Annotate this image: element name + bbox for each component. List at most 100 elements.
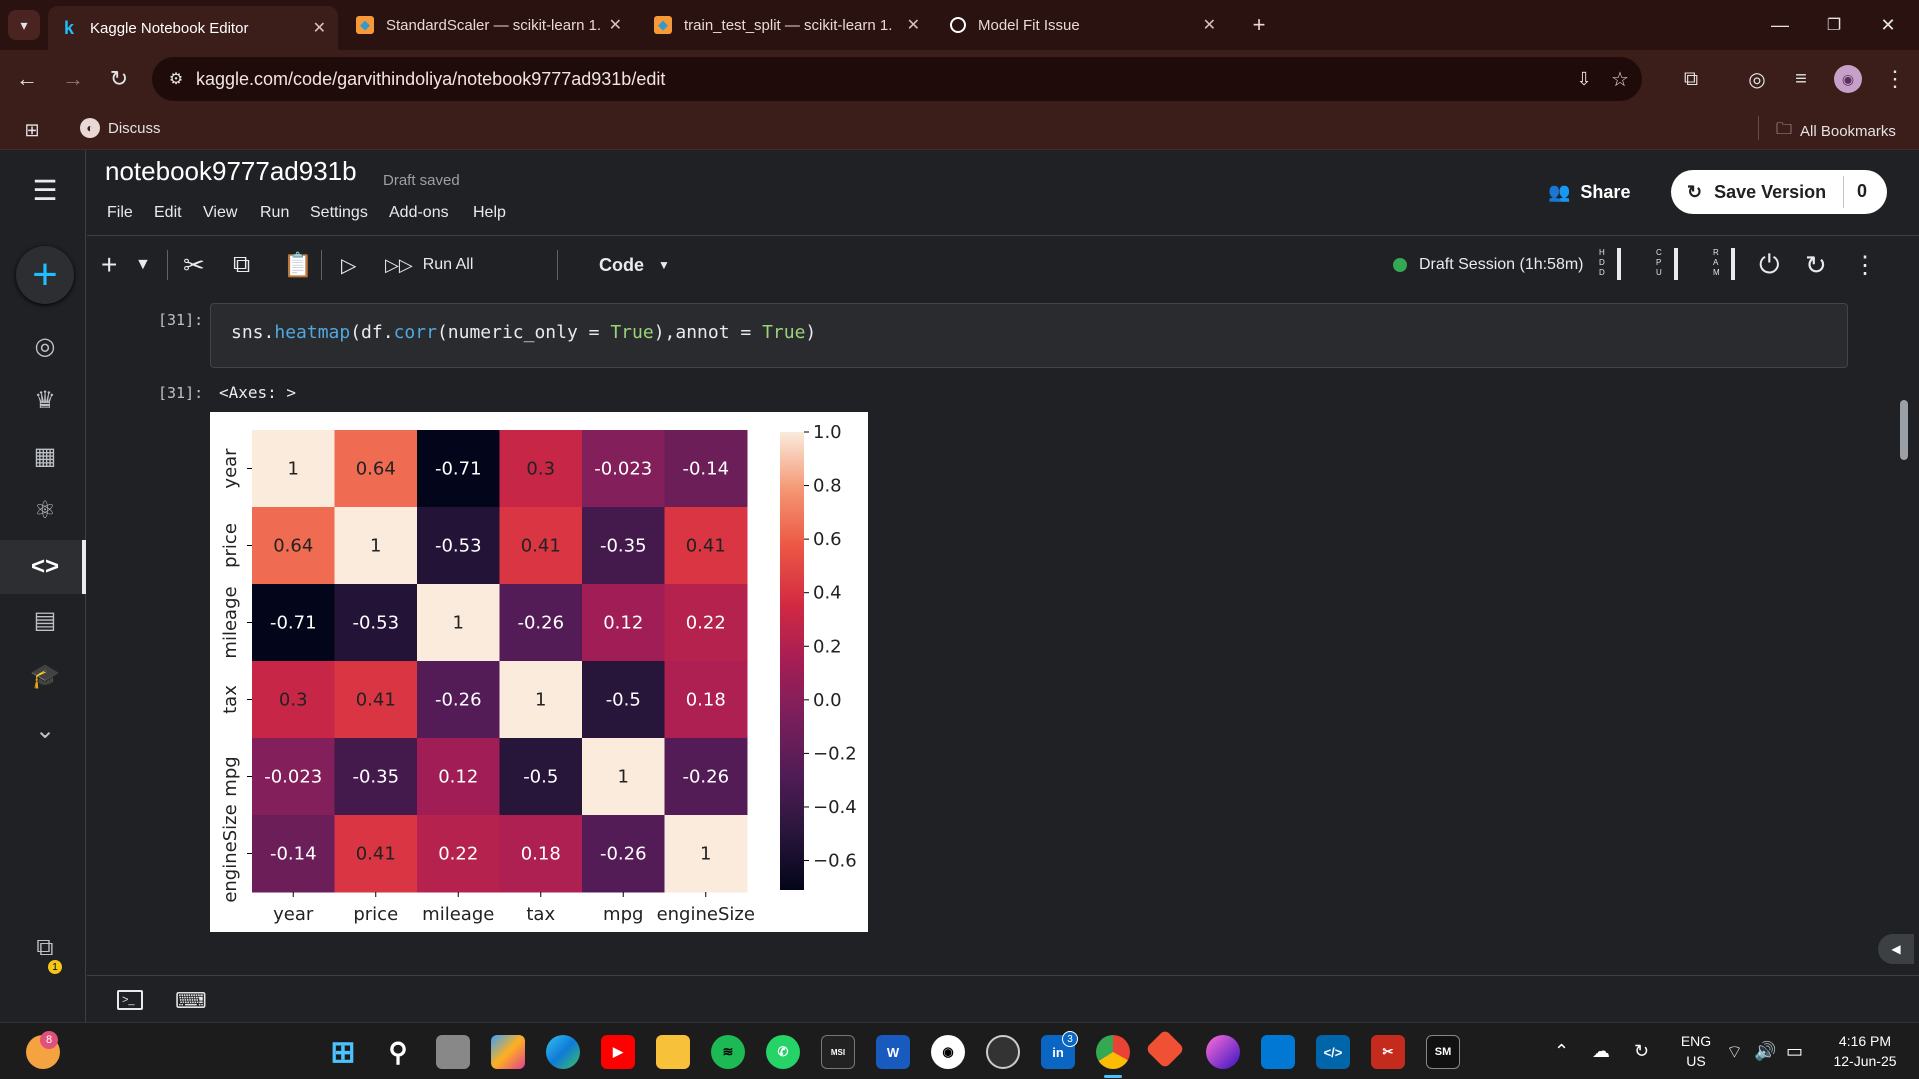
tab-standardscaler[interactable]: ◆ StandardScaler — scikit-learn 1. ✕ <box>344 8 634 42</box>
cpu-meter[interactable]: CPU <box>1656 248 1684 282</box>
menu-help[interactable]: Help <box>473 204 506 222</box>
cell-type-dropdown[interactable]: Code ▼ <box>599 236 670 294</box>
language-indicator[interactable]: ENG US <box>1676 1031 1716 1071</box>
ram-meter[interactable]: RAM <box>1713 248 1741 282</box>
tab-kaggle-notebook[interactable]: k Kaggle Notebook Editor ✕ <box>48 6 338 50</box>
new-tab-icon[interactable]: + <box>1244 10 1274 40</box>
spotify-icon[interactable]: ≋ <box>711 1035 745 1069</box>
snipping-tool-icon[interactable]: ✂ <box>1371 1035 1405 1069</box>
sync-icon[interactable]: ↻ <box>1634 1041 1649 1062</box>
site-info-icon[interactable]: ⚙ <box>164 67 188 91</box>
bookmark-discuss[interactable]: ◐ Discuss <box>80 118 161 138</box>
run-cell-icon[interactable]: ▷ <box>341 236 356 294</box>
obs-icon[interactable] <box>986 1035 1020 1069</box>
git-icon[interactable] <box>1145 1029 1185 1069</box>
paste-icon[interactable]: 📋 <box>283 236 313 294</box>
models-icon[interactable]: ⚛ <box>25 490 65 530</box>
performance-icon[interactable]: ◎ <box>1742 64 1772 94</box>
discussion-icon[interactable]: ▤ <box>25 600 65 640</box>
notification-badge: 1 <box>48 960 62 974</box>
menu-view[interactable]: View <box>203 204 237 222</box>
trophy-icon[interactable]: ♛ <box>25 380 65 420</box>
heatmap-cell-label: -0.26 <box>435 690 482 711</box>
webcam-app-icon[interactable]: ◉ <box>931 1035 965 1069</box>
close-icon[interactable]: ✕ <box>609 15 622 35</box>
keyboard-icon[interactable]: ⌨ <box>175 988 207 1014</box>
task-view-icon[interactable] <box>436 1035 470 1069</box>
file-explorer-icon[interactable] <box>656 1035 690 1069</box>
copilot-icon[interactable] <box>491 1035 525 1069</box>
learn-icon[interactable]: 🎓 <box>25 656 65 696</box>
tab-search-icon[interactable]: ▾ <box>8 10 40 40</box>
close-icon[interactable]: ✕ <box>313 18 326 38</box>
smartr-icon[interactable]: SM <box>1426 1035 1460 1069</box>
terminal-icon[interactable]: >_ <box>117 990 143 1010</box>
create-button[interactable]: + <box>16 246 74 304</box>
word-icon[interactable]: W <box>876 1035 910 1069</box>
close-icon[interactable]: ✕ <box>907 15 920 35</box>
menu-settings[interactable]: Settings <box>310 204 368 222</box>
volume-icon[interactable]: 🔊 <box>1754 1041 1776 1062</box>
onedrive-icon[interactable]: ☁ <box>1592 1041 1610 1062</box>
restore-icon[interactable]: ❐ <box>1814 10 1854 40</box>
y-tick-label: mileage <box>220 586 241 658</box>
menu-file[interactable]: File <box>107 204 133 222</box>
msi-center-icon[interactable]: MSI <box>821 1035 855 1069</box>
datasets-table-icon[interactable]: ▦ <box>25 436 65 476</box>
hdd-meter[interactable]: HDD <box>1599 248 1627 282</box>
vscode-icon[interactable]: </> <box>1316 1035 1350 1069</box>
clock[interactable]: 4:16 PM 12-Jun-25 <box>1820 1031 1910 1071</box>
back-icon[interactable]: ← <box>12 64 42 94</box>
bookmark-star-icon[interactable]: ☆ <box>1608 67 1632 91</box>
menu-addons[interactable]: Add-ons <box>389 204 449 222</box>
reload-icon[interactable]: ↻ <box>104 64 134 94</box>
vertical-scrollbar-thumb[interactable] <box>1900 400 1908 460</box>
arc-browser-icon[interactable] <box>1206 1035 1240 1069</box>
profile-avatar[interactable]: ◉ <box>1834 65 1862 93</box>
compass-icon[interactable]: ◎ <box>25 326 65 366</box>
ms-store-icon[interactable] <box>1261 1035 1295 1069</box>
edge-icon[interactable] <box>546 1035 580 1069</box>
power-icon[interactable]: ⏻ <box>1759 236 1780 294</box>
battery-icon[interactable]: ▭ <box>1786 1041 1803 1062</box>
apps-grid-icon[interactable]: ⊞ <box>20 118 44 142</box>
share-button[interactable]: 👥 Share <box>1548 170 1630 214</box>
wifi-icon[interactable]: ⌔ <box>1726 1041 1743 1064</box>
more-chevron-icon[interactable]: ⌄ <box>25 710 65 750</box>
tab-model-fit-issue[interactable]: Model Fit Issue ✕ <box>938 8 1228 42</box>
add-cell-icon[interactable]: + <box>101 236 117 294</box>
hamburger-menu-icon[interactable]: ☰ <box>25 170 65 210</box>
run-all-button[interactable]: ▷▷ Run All <box>385 236 473 294</box>
browser-menu-icon[interactable]: ⋮ <box>1880 64 1910 94</box>
chevron-down-icon[interactable]: ▼ <box>135 236 151 294</box>
media-control-icon[interactable]: ≡ <box>1786 64 1816 94</box>
extensions-icon[interactable]: ⧉ <box>1676 64 1706 94</box>
minimize-icon[interactable]: — <box>1760 10 1800 40</box>
more-options-icon[interactable]: ⋮ <box>1853 236 1877 294</box>
session-status[interactable]: Draft Session (1h:58m) <box>1393 236 1584 294</box>
cut-icon[interactable]: ✂ <box>183 236 205 294</box>
copy-icon[interactable]: ⧉ <box>233 236 250 294</box>
restart-icon[interactable]: ↻ <box>1805 236 1827 294</box>
window-close-icon[interactable]: ✕ <box>1868 10 1908 40</box>
menu-edit[interactable]: Edit <box>154 204 182 222</box>
all-bookmarks[interactable]: 🗀 All Bookmarks <box>1776 118 1896 145</box>
url-bar[interactable]: ⚙ kaggle.com/code/garvithindoliya/notebo… <box>152 57 1642 101</box>
tab-train-test-split[interactable]: ◆ train_test_split — scikit-learn 1. ✕ <box>642 8 932 42</box>
whatsapp-icon[interactable]: ✆ <box>766 1035 800 1069</box>
menu-run[interactable]: Run <box>260 204 289 222</box>
install-app-icon[interactable]: ⇩ <box>1572 67 1596 91</box>
search-icon[interactable]: ⚲ <box>381 1035 415 1069</box>
forward-icon[interactable]: → <box>58 64 88 94</box>
code-nav-active[interactable]: <> <box>0 540 86 594</box>
windows-start-icon[interactable]: ⊞ <box>326 1035 360 1069</box>
chevron-up-icon[interactable]: ⌃ <box>1554 1041 1569 1062</box>
youtube-icon[interactable]: ▶ <box>601 1035 635 1069</box>
chrome-icon[interactable] <box>1096 1035 1130 1069</box>
code-cell-editor[interactable]: sns.heatmap(df.corr(numeric_only = True)… <box>210 303 1848 368</box>
save-version-button[interactable]: ↻ Save Version 0 <box>1671 170 1887 214</box>
collapse-panel-button[interactable]: ◀ <box>1878 934 1914 964</box>
chevron-down-icon: ▼ <box>658 258 670 272</box>
notebook-title[interactable]: notebook9777ad931b <box>105 156 357 187</box>
close-icon[interactable]: ✕ <box>1203 15 1216 35</box>
